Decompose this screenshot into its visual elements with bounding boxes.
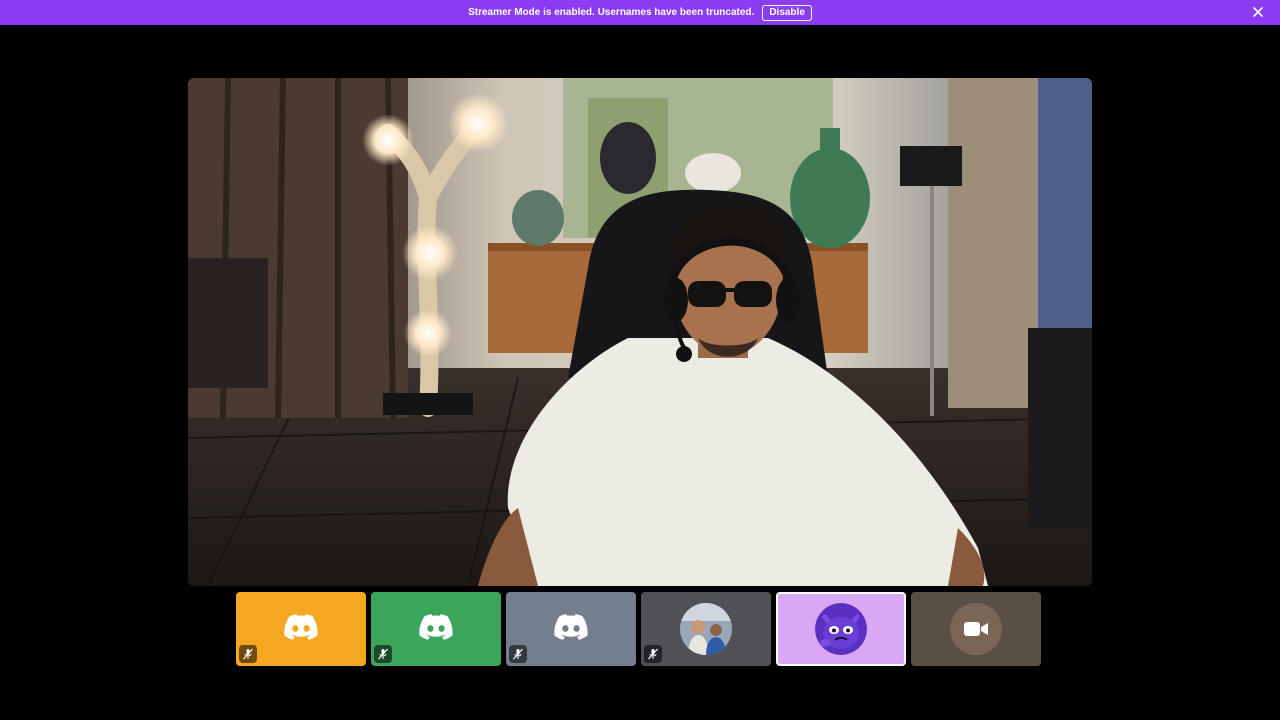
video-frame (188, 78, 1092, 586)
participant-tile-1[interactable] (236, 592, 366, 666)
close-icon[interactable] (1250, 4, 1266, 20)
camera-placeholder (950, 603, 1002, 655)
logo-eye (303, 624, 310, 632)
discord-logo-icon (284, 613, 318, 645)
banner-message: Streamer Mode is enabled. Usernames have… (468, 7, 755, 18)
discord-logo-icon (554, 613, 588, 645)
participant-tiles (236, 592, 1041, 666)
participant-tile-4[interactable] (641, 592, 771, 666)
participant-tile-6[interactable] (911, 592, 1041, 666)
video-camera-icon (964, 622, 988, 636)
participant-tile-5[interactable] (776, 592, 906, 666)
creature-avatar (815, 603, 867, 655)
participant-tile-2[interactable] (371, 592, 501, 666)
discord-logo-icon (419, 613, 453, 645)
disable-streamer-mode-button[interactable]: Disable (762, 4, 812, 21)
logo-eye (292, 624, 299, 632)
mic-muted-icon (239, 645, 257, 663)
mic-muted-icon (509, 645, 527, 663)
mic-muted-icon (374, 645, 392, 663)
mic-muted-icon (644, 645, 662, 663)
photo-avatar (680, 603, 732, 655)
streamer-mode-banner: Streamer Mode is enabled. Usernames have… (0, 0, 1280, 25)
participant-tile-3[interactable] (506, 592, 636, 666)
main-video-stream[interactable] (188, 78, 1092, 586)
